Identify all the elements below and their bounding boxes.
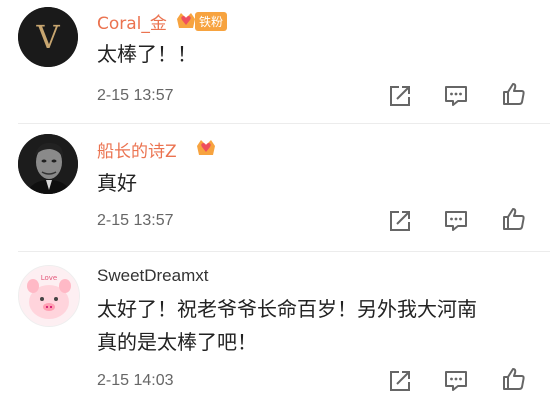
comment-line: 太棒了！！ (97, 42, 197, 66)
avatar[interactable]: V (18, 7, 78, 67)
comment-icon[interactable] (443, 208, 469, 234)
like-icon[interactable] (501, 366, 527, 392)
portrait-avatar-icon (18, 134, 78, 194)
vip-badge (195, 138, 217, 158)
timestamp: 2-15 13:57 (97, 212, 174, 229)
avatar[interactable] (18, 134, 78, 194)
timestamp: 2-15 13:57 (97, 87, 174, 104)
crown-badge-icon (177, 13, 195, 28)
like-icon[interactable] (501, 81, 527, 107)
comment-icon[interactable] (443, 368, 469, 394)
comment-icon[interactable] (443, 83, 469, 109)
username[interactable]: SweetDreamxt (97, 266, 208, 286)
cartoon-pig-avatar-icon: Love (19, 266, 79, 326)
comment-item: Love SweetDreamxt 太好了！祝老爷爷长命百岁！另外我大河南 真的… (0, 251, 550, 409)
comment-item: 船长的诗Z 真好 2-15 13:57 (0, 123, 550, 251)
crown-badge-icon (197, 140, 215, 155)
avatar-letter: V (35, 18, 60, 56)
comment-line: 真好 (97, 171, 137, 195)
share-icon[interactable] (387, 368, 413, 394)
avatar-tag: Love (41, 274, 58, 282)
share-icon[interactable] (387, 208, 413, 234)
fan-badge: 铁粉 (175, 11, 228, 31)
avatar[interactable]: Love (18, 265, 80, 327)
timestamp: 2-15 14:03 (97, 372, 174, 389)
comment-text: 太棒了！！ (97, 38, 197, 71)
like-icon[interactable] (501, 206, 527, 232)
share-icon[interactable] (387, 83, 413, 109)
comment-text: 真好 (97, 167, 137, 200)
comment-item: V Coral_金 铁粉 太棒了！！ 2-15 13:57 (0, 0, 550, 123)
username[interactable]: 船长的诗Z (97, 137, 177, 162)
comment-text: 太好了！祝老爷爷长命百岁！另外我大河南 真的是太棒了吧！ (97, 293, 477, 359)
comment-line: 真的是太棒了吧！ (97, 330, 257, 354)
comment-line: 太好了！祝老爷爷长命百岁！另外我大河南 (97, 297, 477, 321)
v-logo-icon: V (18, 7, 78, 67)
username[interactable]: Coral_金 (97, 9, 167, 34)
badge-label: 铁粉 (195, 11, 228, 31)
